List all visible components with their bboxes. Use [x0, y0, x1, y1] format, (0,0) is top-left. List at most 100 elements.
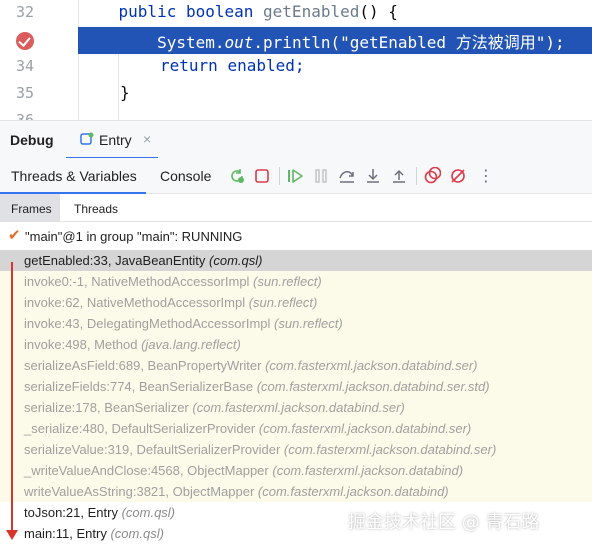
frame-package: (com.fasterxml.jackson.databind.ser)	[265, 358, 478, 373]
stop-icon[interactable]	[253, 167, 271, 185]
code-text: System.out.println("getEnabled 方法被调用");	[80, 33, 565, 52]
frame-package: (com.qsl)	[209, 253, 263, 268]
resume-icon[interactable]	[286, 167, 304, 185]
frame-method: serialize:178, BeanSerializer	[24, 400, 193, 415]
frame-package: (sun.reflect)	[253, 274, 322, 289]
frame-method: _writeValueAndClose:4568, ObjectMapper	[24, 463, 273, 478]
frame-package: (com.fasterxml.jackson.databind.ser.std)	[256, 379, 490, 394]
frame-row[interactable]: invoke:62, NativeMethodAccessorImpl (sun…	[0, 292, 592, 313]
tab-frames-label: Frames	[11, 202, 52, 216]
frame-package: (com.qsl)	[121, 505, 176, 520]
frame-text: invoke0:-1, NativeMethodAccessorImpl (su…	[24, 274, 322, 289]
frame-text: serializeFields:774, BeanSerializerBase …	[24, 379, 490, 394]
frame-row[interactable]: getEnabled:33, JavaBeanEntity (com.qsl)	[0, 250, 592, 271]
frame-package: (sun.reflect)	[248, 295, 318, 310]
frame-row[interactable]: invoke0:-1, NativeMethodAccessorImpl (su…	[0, 271, 592, 292]
debug-title: Debug	[10, 132, 54, 148]
code-line-33-current[interactable]: System.out.println("getEnabled 方法被调用");	[0, 27, 592, 54]
tab-entry[interactable]: Entry ×	[66, 121, 158, 159]
tab-frames[interactable]: Frames	[0, 194, 60, 222]
frame-row[interactable]: serializeAsField:689, BeanPropertyWriter…	[0, 355, 592, 376]
watermark: 掘金技术社区 @ 青石路	[348, 512, 540, 533]
frame-method: serializeFields:774, BeanSerializerBase	[24, 379, 257, 394]
code-text: return enabled;	[160, 56, 305, 75]
frame-row[interactable]: invoke:43, DelegatingMethodAccessorImpl …	[0, 313, 592, 334]
frame-text: _serialize:480, DefaultSerializerProvide…	[24, 421, 471, 436]
frame-row[interactable]: _writeValueAndClose:4568, ObjectMapper (…	[0, 460, 592, 481]
frame-method: getEnabled:33, JavaBeanEntity	[24, 253, 210, 268]
toolbar-separator	[416, 167, 417, 185]
tab-console[interactable]: Console	[152, 158, 220, 194]
frame-method: invoke:498, Method	[24, 337, 142, 352]
code-line-34[interactable]: 34 return enabled;	[0, 54, 592, 81]
frame-method: invoke0:-1, NativeMethodAccessorImpl	[24, 274, 254, 289]
frame-package: (com.fasterxml.jackson.databind)	[272, 463, 464, 478]
line-number: 35	[15, 84, 34, 102]
view-breakpoints-icon[interactable]	[423, 167, 441, 185]
frame-text: invoke:43, DelegatingMethodAccessorImpl …	[24, 316, 343, 331]
frame-text: toJson:21, Entry (com.qsl)	[24, 505, 175, 520]
frame-package: (com.fasterxml.jackson.databind)	[257, 484, 449, 499]
tab-threads-label: Threads	[74, 202, 119, 216]
frame-method: invoke:43, DelegatingMethodAccessorImpl	[24, 316, 275, 331]
tab-threads-variables-label: Threads & Variables	[11, 168, 137, 184]
frame-text: serializeValue:319, DefaultSerializerPro…	[24, 442, 496, 457]
frame-text: invoke:498, Method (java.lang.reflect)	[24, 337, 241, 352]
code-text: public boolean getEnabled() {	[118, 2, 398, 21]
frame-method: writeValueAsString:3821, ObjectMapper	[24, 484, 258, 499]
line-number: 32	[15, 3, 34, 21]
frame-row[interactable]: writeValueAsString:3821, ObjectMapper (c…	[0, 481, 592, 502]
more-icon[interactable]: ⋮	[478, 166, 496, 185]
line-number: 34	[15, 57, 34, 75]
code-editor[interactable]: 32 public boolean getEnabled() { System.…	[0, 0, 592, 120]
frame-package: (com.qsl)	[110, 526, 164, 541]
breakpoint-icon[interactable]	[16, 32, 34, 50]
frame-row[interactable]: serializeValue:319, DefaultSerializerPro…	[0, 439, 592, 460]
thread-selector[interactable]: ✔ "main"@1 in group "main": RUNNING	[0, 226, 592, 248]
step-over-icon[interactable]	[338, 167, 356, 185]
tab-threads[interactable]: Threads	[62, 194, 132, 222]
frame-row[interactable]: serialize:178, BeanSerializer (com.faste…	[0, 397, 592, 418]
code-text: }	[120, 83, 130, 102]
frames-threads-tabs: Frames Threads	[0, 194, 592, 222]
checkmark-icon: ✔	[8, 227, 21, 244]
frame-package: (com.fasterxml.jackson.databind.ser)	[283, 442, 497, 457]
frames-list[interactable]: getEnabled:33, JavaBeanEntity (com.qsl) i…	[0, 250, 592, 548]
frame-text: serialize:178, BeanSerializer (com.faste…	[24, 400, 405, 415]
arrow-head-icon	[6, 530, 18, 540]
tab-entry-label: Entry	[99, 132, 132, 148]
frame-text: writeValueAsString:3821, ObjectMapper (c…	[24, 484, 449, 499]
close-icon[interactable]: ×	[143, 131, 151, 147]
code-line-35[interactable]: 35 }	[0, 81, 592, 108]
frame-text: getEnabled:33, JavaBeanEntity (com.qsl)	[24, 253, 262, 268]
code-line-32[interactable]: 32 public boolean getEnabled() {	[0, 0, 592, 27]
frame-text: invoke:62, NativeMethodAccessorImpl (sun…	[24, 295, 317, 310]
frame-method: toJson:21, Entry	[24, 505, 122, 520]
frame-text: serializeAsField:689, BeanPropertyWriter…	[24, 358, 478, 373]
frame-text: main:11, Entry (com.qsl)	[24, 526, 164, 541]
code-line-36[interactable]: 36	[0, 108, 592, 120]
frame-method: serializeValue:319, DefaultSerializerPro…	[24, 442, 284, 457]
frame-package: (com.fasterxml.jackson.databind.ser)	[258, 421, 472, 436]
frame-text: _writeValueAndClose:4568, ObjectMapper (…	[24, 463, 463, 478]
frame-package: (sun.reflect)	[274, 316, 343, 331]
thread-label: "main"@1 in group "main": RUNNING	[25, 229, 243, 244]
step-out-icon[interactable]	[390, 167, 408, 185]
frame-method: serializeAsField:689, BeanPropertyWriter	[24, 358, 266, 373]
step-into-icon[interactable]	[364, 167, 382, 185]
frame-row[interactable]: _serialize:480, DefaultSerializerProvide…	[0, 418, 592, 439]
frame-row[interactable]: invoke:498, Method (java.lang.reflect)	[0, 334, 592, 355]
tab-threads-variables[interactable]: Threads & Variables	[0, 158, 146, 194]
debug-tool-window-header: Debug Entry ×	[0, 120, 592, 159]
pause-icon[interactable]	[312, 167, 330, 185]
run-config-icon	[80, 132, 94, 145]
mute-breakpoints-icon[interactable]	[449, 167, 467, 185]
line-number: 36	[15, 111, 34, 120]
frame-method: main:11, Entry	[24, 526, 111, 541]
frame-package: (com.fasterxml.jackson.databind.ser)	[192, 400, 405, 415]
call-direction-arrow	[11, 262, 13, 534]
frame-method: _serialize:480, DefaultSerializerProvide…	[24, 421, 259, 436]
rerun-icon[interactable]	[228, 167, 246, 185]
toolbar-separator	[279, 167, 280, 185]
frame-row[interactable]: serializeFields:774, BeanSerializerBase …	[0, 376, 592, 397]
